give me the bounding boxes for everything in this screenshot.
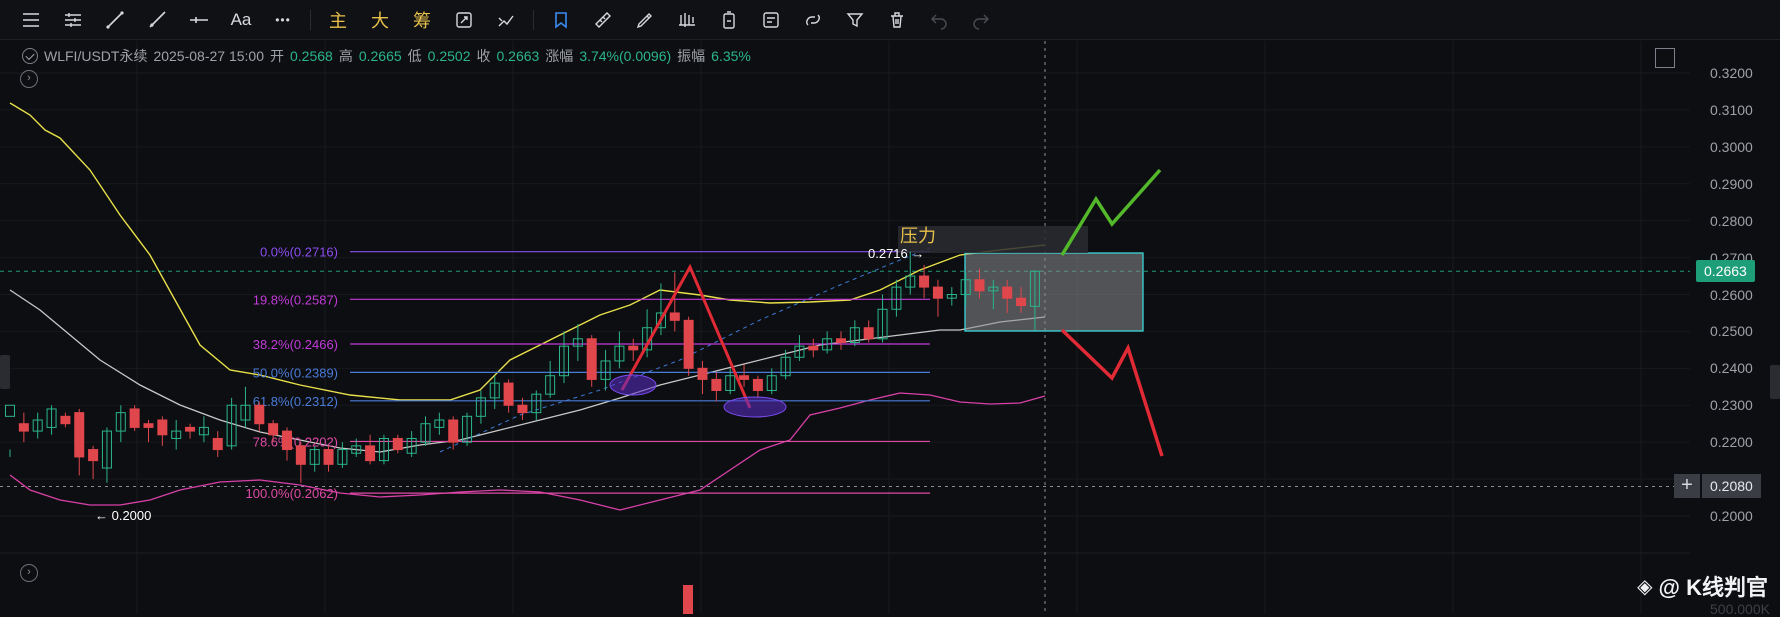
bottom-ellipse [609, 374, 657, 396]
symbol-label[interactable]: WLFI/USDT永续 [44, 46, 147, 66]
high-value: 0.2665 [358, 48, 402, 64]
amplitude-value: 6.35% [711, 48, 751, 64]
fib-label: 78.6%(0.2202) [253, 434, 338, 449]
candle-body [5, 404, 15, 417]
chart-grid [0, 41, 1690, 614]
price-tick: 0.2900 [1710, 175, 1753, 192]
candle-body [1002, 286, 1013, 299]
candle-body [669, 312, 680, 321]
candle-body [919, 275, 930, 288]
left-panel-handle[interactable] [0, 355, 10, 389]
chart-labels: 压力0.2716 → ← 0.2000 [95, 226, 936, 523]
candlesticks [5, 251, 1040, 614]
collapse-icon[interactable] [22, 48, 38, 64]
low-label: 低 [407, 48, 422, 64]
candle-body [752, 378, 763, 391]
fib-label: 50.0%(0.2389) [253, 365, 338, 380]
candle-body [932, 286, 943, 299]
candle-body [295, 445, 306, 465]
close-value: 0.2663 [496, 48, 540, 64]
candle-body [143, 423, 154, 428]
change-label: 涨幅 [545, 48, 574, 64]
candle-body [74, 412, 85, 458]
price-tick: 0.2400 [1710, 360, 1753, 377]
high-label: 高 [338, 48, 353, 64]
price-tick: 0.3000 [1710, 138, 1753, 155]
price-tick: 0.2000 [1710, 508, 1753, 524]
price-axis[interactable]: 0.3200 0.3100 0.3000 0.2900 0.2800 0.2700 0.26… [1690, 41, 1780, 617]
candle-body [212, 437, 223, 451]
candle-body [323, 449, 334, 465]
price-tick: 0.3200 [1710, 65, 1753, 81]
volume-bar [683, 585, 693, 614]
crosshair-price-value: 0.2080 [1702, 474, 1761, 499]
fib-label: 19.8%(0.2587) [253, 292, 338, 307]
candle-body [628, 345, 639, 351]
fib-label: 61.8%(0.2312) [253, 394, 338, 409]
last-price-tag: 0.2663 [1696, 260, 1755, 283]
price-tick: 0.2600 [1710, 286, 1753, 303]
ohlc-header: WLFI/USDT永续 2025-08-27 15:00 开 0.2568 高 0.… [22, 46, 751, 66]
fullscreen-icon[interactable] [1655, 48, 1675, 68]
candle-body [808, 345, 819, 351]
high-mark-label: 0.2716 → [868, 246, 924, 261]
add-alert-icon[interactable]: + [1674, 474, 1700, 499]
candle-body [129, 408, 140, 428]
candle-body [185, 426, 196, 432]
bottom-ellipse [723, 396, 787, 418]
candle-body [88, 449, 99, 462]
pressure-label: 压力 [900, 226, 936, 246]
amplitude-label: 振幅 [677, 48, 706, 64]
candle-body [254, 404, 265, 425]
watermark: ◈ @ K线判官 [1637, 570, 1768, 602]
change-value: 3.74%(0.0096) [579, 48, 672, 64]
fib-label: 0.0%(0.2716) [260, 245, 338, 260]
candle-body [517, 404, 528, 414]
candle-body [60, 415, 71, 425]
volume-tick: 500.000K [1710, 601, 1770, 617]
candle-body [18, 423, 29, 432]
candle-body [836, 338, 846, 343]
price-tick: 0.2800 [1710, 212, 1753, 229]
indicator-lines [9, 102, 1046, 511]
crosshair-price: + 0.2080 [1674, 474, 1761, 499]
candle-body [503, 382, 514, 406]
price-tick: 0.2500 [1710, 323, 1753, 340]
candle-body [711, 378, 722, 391]
expand-subchart-icon[interactable]: › [20, 564, 38, 582]
close-label: 收 [476, 48, 491, 64]
candle-body [448, 419, 459, 443]
price-tick: 0.2300 [1710, 397, 1753, 414]
price-tick: 0.3100 [1710, 101, 1753, 118]
candle-body [268, 423, 279, 436]
fib-label: 100.0%(0.2062) [245, 486, 338, 501]
candle-body [863, 327, 874, 340]
candle-body [1016, 297, 1027, 307]
low-mark-label: ← 0.2000 [95, 508, 151, 523]
price-tick: 0.2200 [1710, 434, 1753, 451]
candle-body [392, 437, 403, 451]
diamond-logo-icon: ◈ [1637, 575, 1653, 598]
candle-body [157, 419, 168, 436]
candle-body [739, 375, 750, 380]
watermark-text: @ K线判官 [1658, 575, 1768, 600]
candle-body [282, 430, 292, 451]
band-lower-line [9, 392, 1046, 511]
candle-body [974, 279, 985, 292]
kline-chart[interactable]: 0.0%(0.2716) 19.8%(0.2587) 38.2%(0.2466) 50… [0, 0, 1780, 614]
candle-body [697, 367, 708, 380]
candle-body [586, 338, 597, 380]
low-value: 0.2502 [427, 48, 471, 64]
fib-label: 38.2%(0.2466) [253, 337, 338, 352]
expand-indicators-icon[interactable]: › [20, 70, 38, 88]
candle-body [683, 319, 694, 369]
datetime-label: 2025-08-27 15:00 [153, 48, 264, 64]
open-value: 0.2568 [290, 48, 333, 64]
open-label: 开 [270, 48, 284, 64]
candle-body [365, 445, 376, 462]
pressure-box [964, 252, 1144, 332]
